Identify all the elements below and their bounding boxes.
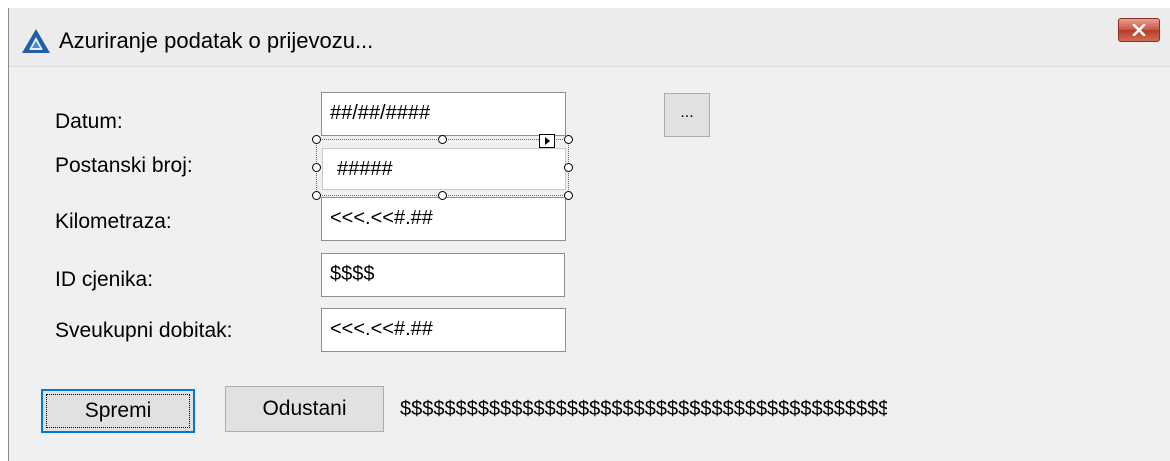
dialog-window: Azuriranje podatak o prijevozu... Datum:… — [8, 8, 1170, 461]
resize-handle[interactable] — [438, 135, 447, 144]
resize-handle[interactable] — [564, 135, 573, 144]
browse-button[interactable]: ... — [664, 93, 710, 137]
title-bar[interactable]: Azuriranje podatak o prijevozu... — [9, 8, 1170, 67]
cancel-button-label: Odustani — [262, 397, 347, 420]
resize-handle[interactable] — [312, 191, 321, 200]
resize-handle[interactable] — [438, 191, 447, 200]
smart-tag-arrow-icon[interactable] — [539, 134, 555, 148]
save-button[interactable]: Spremi — [41, 389, 195, 433]
resize-handle[interactable] — [564, 191, 573, 200]
selection-outline — [316, 139, 569, 196]
id-cjenika-field[interactable]: $$$$ — [321, 253, 565, 297]
save-button-label: Spremi — [84, 399, 152, 422]
status-label: $$$$$$$$$$$$$$$$$$$$$$$$$$$$$$$$$$$$$$$$… — [400, 398, 887, 420]
resize-handle[interactable] — [312, 163, 321, 172]
window-title: Azuriranje podatak o prijevozu... — [59, 28, 374, 53]
resize-handle[interactable] — [312, 135, 321, 144]
postanski-broj-label: Postanski broj: — [55, 154, 193, 177]
kilometraza-field[interactable]: <<<.<<#.## — [321, 197, 566, 241]
id-cjenika-label: ID cjenika: — [55, 268, 154, 291]
sveukupni-dobitak-field[interactable]: <<<.<<#.## — [321, 308, 566, 352]
close-icon — [1132, 24, 1146, 36]
triangle-logo-icon — [22, 29, 50, 53]
resize-handle[interactable] — [564, 163, 573, 172]
sveukupni-dobitak-label: Sveukupni dobitak: — [55, 319, 233, 342]
datum-field[interactable]: ##/##/#### — [321, 92, 566, 136]
kilometraza-label: Kilometraza: — [55, 210, 172, 233]
close-button[interactable] — [1118, 18, 1160, 42]
cancel-button[interactable]: Odustani — [225, 386, 384, 432]
datum-label: Datum: — [55, 110, 123, 133]
